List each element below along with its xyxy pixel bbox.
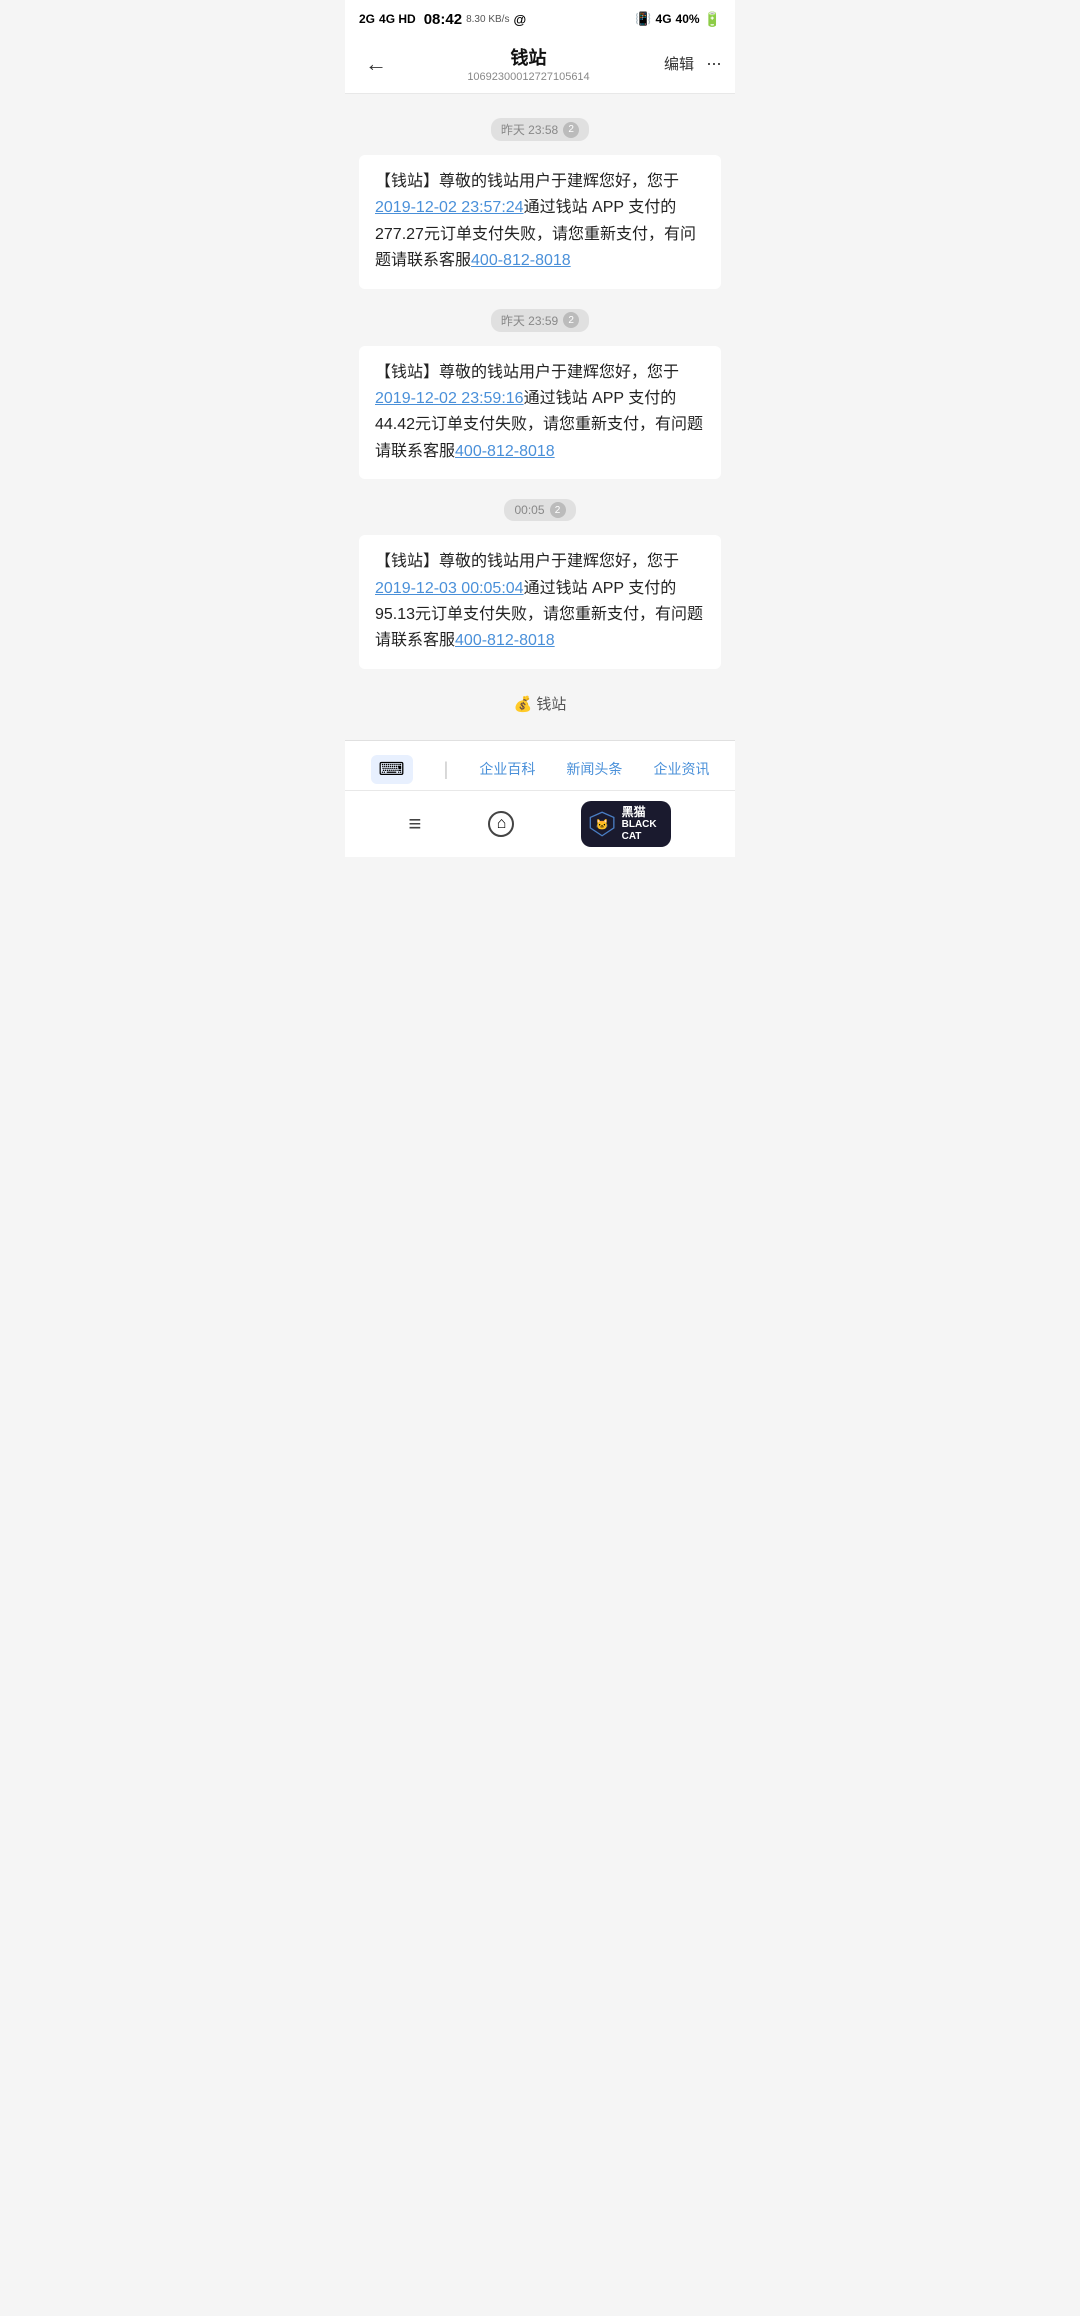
badge-count-3: 2 bbox=[550, 502, 566, 518]
msg1-phone[interactable]: 400-812-8018 bbox=[471, 252, 571, 269]
home-button[interactable]: ⌂ bbox=[488, 811, 514, 837]
svg-text:🐱: 🐱 bbox=[596, 818, 609, 831]
timestamp-row-3: 00:05 2 bbox=[345, 499, 735, 521]
status-right: 📳 4G 40% 🔋 bbox=[635, 11, 721, 28]
black-cat-logo[interactable]: 🐱 黑猫 BLACK CAT bbox=[581, 801, 671, 847]
battery-icon: 🔋 bbox=[704, 11, 721, 28]
message-bubble-3: 【钱站】尊敬的钱站用户于建辉您好，您于2019-12-03 00:05:04通过… bbox=[359, 535, 721, 669]
timestamp-row-1: 昨天 23:58 2 bbox=[345, 118, 735, 141]
link-enterprise-wiki[interactable]: 企业百科 bbox=[479, 759, 535, 779]
message-bubble-1: 【钱站】尊敬的钱站用户于建辉您好，您于2019-12-02 23:57:24通过… bbox=[359, 155, 721, 289]
message-2-wrapper: 【钱站】尊敬的钱站用户于建辉您好，您于2019-12-02 23:59:16通过… bbox=[345, 340, 735, 486]
msg2-pre: 【钱站】尊敬的钱站用户于建辉您好，您于 bbox=[375, 364, 679, 381]
nav-bar: ← 钱站 10692300012727105614 编辑 ··· bbox=[345, 36, 735, 94]
timestamp-row-2: 昨天 23:59 2 bbox=[345, 309, 735, 332]
msg3-pre: 【钱站】尊敬的钱站用户于建辉您好，您于 bbox=[375, 553, 679, 570]
home-bar: ≡ ⌂ 🐱 黑猫 BLACK CAT bbox=[345, 791, 735, 853]
link-news[interactable]: 新闻头条 bbox=[566, 759, 622, 779]
time: 08:42 bbox=[424, 11, 462, 28]
status-left: 2G 4G HD 08:42 8.30 KB/s @ bbox=[359, 11, 526, 28]
speed: 8.30 KB/s bbox=[466, 14, 509, 25]
nav-title: 钱站 bbox=[393, 44, 664, 70]
msg2-link[interactable]: 2019-12-02 23:59:16 bbox=[375, 390, 524, 407]
vibrate-icon: 📳 bbox=[635, 11, 651, 27]
bottom-links: ⌨ | 企业百科 新闻头条 企业资讯 bbox=[345, 749, 735, 791]
message-bubble-2: 【钱站】尊敬的钱站用户于建辉您好，您于2019-12-02 23:59:16通过… bbox=[359, 346, 721, 480]
home-icon: ⌂ bbox=[497, 815, 507, 833]
timestamp-3: 00:05 bbox=[514, 503, 544, 517]
network-4g: 4G bbox=[656, 12, 672, 26]
cat-shield-icon: 🐱 bbox=[589, 806, 615, 842]
edit-button[interactable]: 编辑 bbox=[664, 53, 694, 74]
timestamp-2: 昨天 23:59 bbox=[501, 312, 558, 329]
sender-label: 💰 钱站 bbox=[345, 693, 735, 714]
at-icon: @ bbox=[513, 12, 526, 27]
badge-count-1: 2 bbox=[563, 122, 579, 138]
msg3-link[interactable]: 2019-12-03 00:05:04 bbox=[375, 580, 524, 597]
message-1-wrapper: 【钱站】尊敬的钱站用户于建辉您好，您于2019-12-02 23:57:24通过… bbox=[345, 149, 735, 295]
badge-count-2: 2 bbox=[563, 312, 579, 328]
msg3-phone[interactable]: 400-812-8018 bbox=[455, 632, 555, 649]
menu-icon[interactable]: ≡ bbox=[409, 811, 422, 837]
divider-1: | bbox=[444, 759, 449, 780]
carrier2: 4G HD bbox=[379, 12, 416, 26]
cat-brand-text: 黑猫 BLACK CAT bbox=[622, 805, 664, 843]
nav-right: 编辑 ··· bbox=[664, 53, 721, 74]
keyboard-icon[interactable]: ⌨ bbox=[371, 755, 413, 784]
bottom-bar: ⌨ | 企业百科 新闻头条 企业资讯 ≡ ⌂ 🐱 黑猫 BLACK CAT bbox=[345, 740, 735, 857]
chat-area: 昨天 23:58 2 【钱站】尊敬的钱站用户于建辉您好，您于 2019-12-02… bbox=[345, 94, 735, 740]
nav-center: 钱站 10692300012727105614 bbox=[393, 44, 664, 83]
timestamp-1: 昨天 23:58 bbox=[501, 121, 558, 138]
message-3-wrapper: 【钱站】尊敬的钱站用户于建辉您好，您于2019-12-03 00:05:04通过… bbox=[345, 529, 735, 675]
carrier1: 2G bbox=[359, 12, 375, 26]
msg1-link[interactable]: 2019-12-02 23:57:24 bbox=[375, 199, 524, 216]
msg1-pre: 【钱站】尊敬的钱站用户于建辉您好，您于 bbox=[375, 173, 679, 190]
back-button[interactable]: ← bbox=[359, 51, 393, 77]
status-bar: 2G 4G HD 08:42 8.30 KB/s @ 📳 4G 40% 🔋 bbox=[345, 0, 735, 36]
link-enterprise-info[interactable]: 企业资讯 bbox=[653, 759, 709, 779]
more-button[interactable]: ··· bbox=[706, 53, 721, 74]
msg2-phone[interactable]: 400-812-8018 bbox=[455, 443, 555, 460]
battery-level: 40% bbox=[676, 12, 700, 26]
nav-subtitle: 10692300012727105614 bbox=[393, 71, 664, 83]
